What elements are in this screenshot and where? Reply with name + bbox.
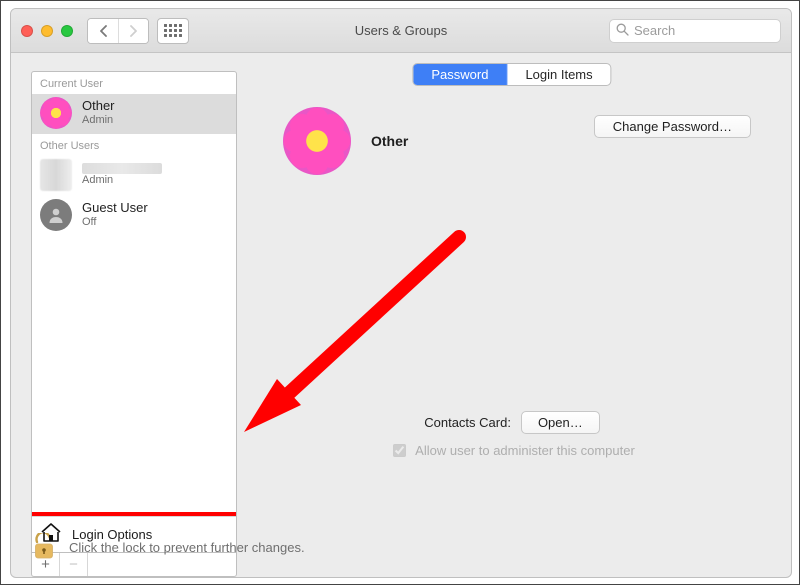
user-role: Admin [82,174,162,187]
contacts-card-label: Contacts Card: [424,415,511,430]
admin-checkbox-row: Allow user to administer this computer [253,441,771,460]
close-window-button[interactable] [21,25,33,37]
user-row-hidden[interactable]: Admin [32,156,236,196]
avatar-large[interactable] [283,107,351,175]
open-contacts-button[interactable]: Open… [521,411,600,434]
user-list: Current User Other Admin Other Users [31,71,237,553]
tab-login-items[interactable]: Login Items [506,64,610,85]
tab-password[interactable]: Password [413,64,506,85]
change-password-button[interactable]: Change Password… [594,115,751,138]
nav-back-forward [87,18,149,44]
person-icon [46,205,66,225]
titlebar: Users & Groups [11,9,791,53]
user-meta: Other Admin [82,99,115,127]
user-role: Off [82,216,148,229]
user-meta: Admin [82,163,162,187]
user-role: Admin [82,114,115,127]
user-name: Guest User [82,201,148,216]
users-sidebar: Current User Other Admin Other Users [31,71,237,577]
prefs-window: Users & Groups Current User Other [10,8,792,578]
user-row-guest[interactable]: Guest User Off [32,196,236,236]
user-display-name: Other [371,133,408,149]
search-input[interactable] [609,19,781,43]
house-icon [40,523,62,546]
avatar [40,97,72,129]
tab-bar: Password Login Items [412,63,611,86]
allow-admin-label: Allow user to administer this computer [415,443,635,458]
search-wrap [609,19,781,43]
forward-button[interactable] [118,19,148,43]
login-options-button[interactable]: Login Options [32,516,236,552]
back-button[interactable] [88,19,118,43]
other-users-section-label: Other Users [32,134,236,156]
window-controls [21,25,73,37]
user-name: Other [82,99,115,114]
avatar-blurred [40,159,72,191]
show-all-prefs-button[interactable] [157,18,189,44]
minimize-window-button[interactable] [41,25,53,37]
current-user-section-label: Current User [32,72,236,94]
avatar-guest [40,199,72,231]
grid-icon [164,24,182,37]
zoom-window-button[interactable] [61,25,73,37]
allow-admin-checkbox [393,444,406,457]
chevron-left-icon [99,25,108,37]
contacts-card-row: Contacts Card: Open… [253,411,771,434]
main-panel: Password Login Items Other Change Passwo… [253,71,771,577]
login-options-highlight: Login Options [31,512,237,553]
chevron-right-icon [129,25,138,37]
user-row-current[interactable]: Other Admin [32,94,236,134]
user-meta: Guest User Off [82,201,148,229]
login-options-label: Login Options [72,527,152,542]
user-name-redacted [82,163,162,174]
